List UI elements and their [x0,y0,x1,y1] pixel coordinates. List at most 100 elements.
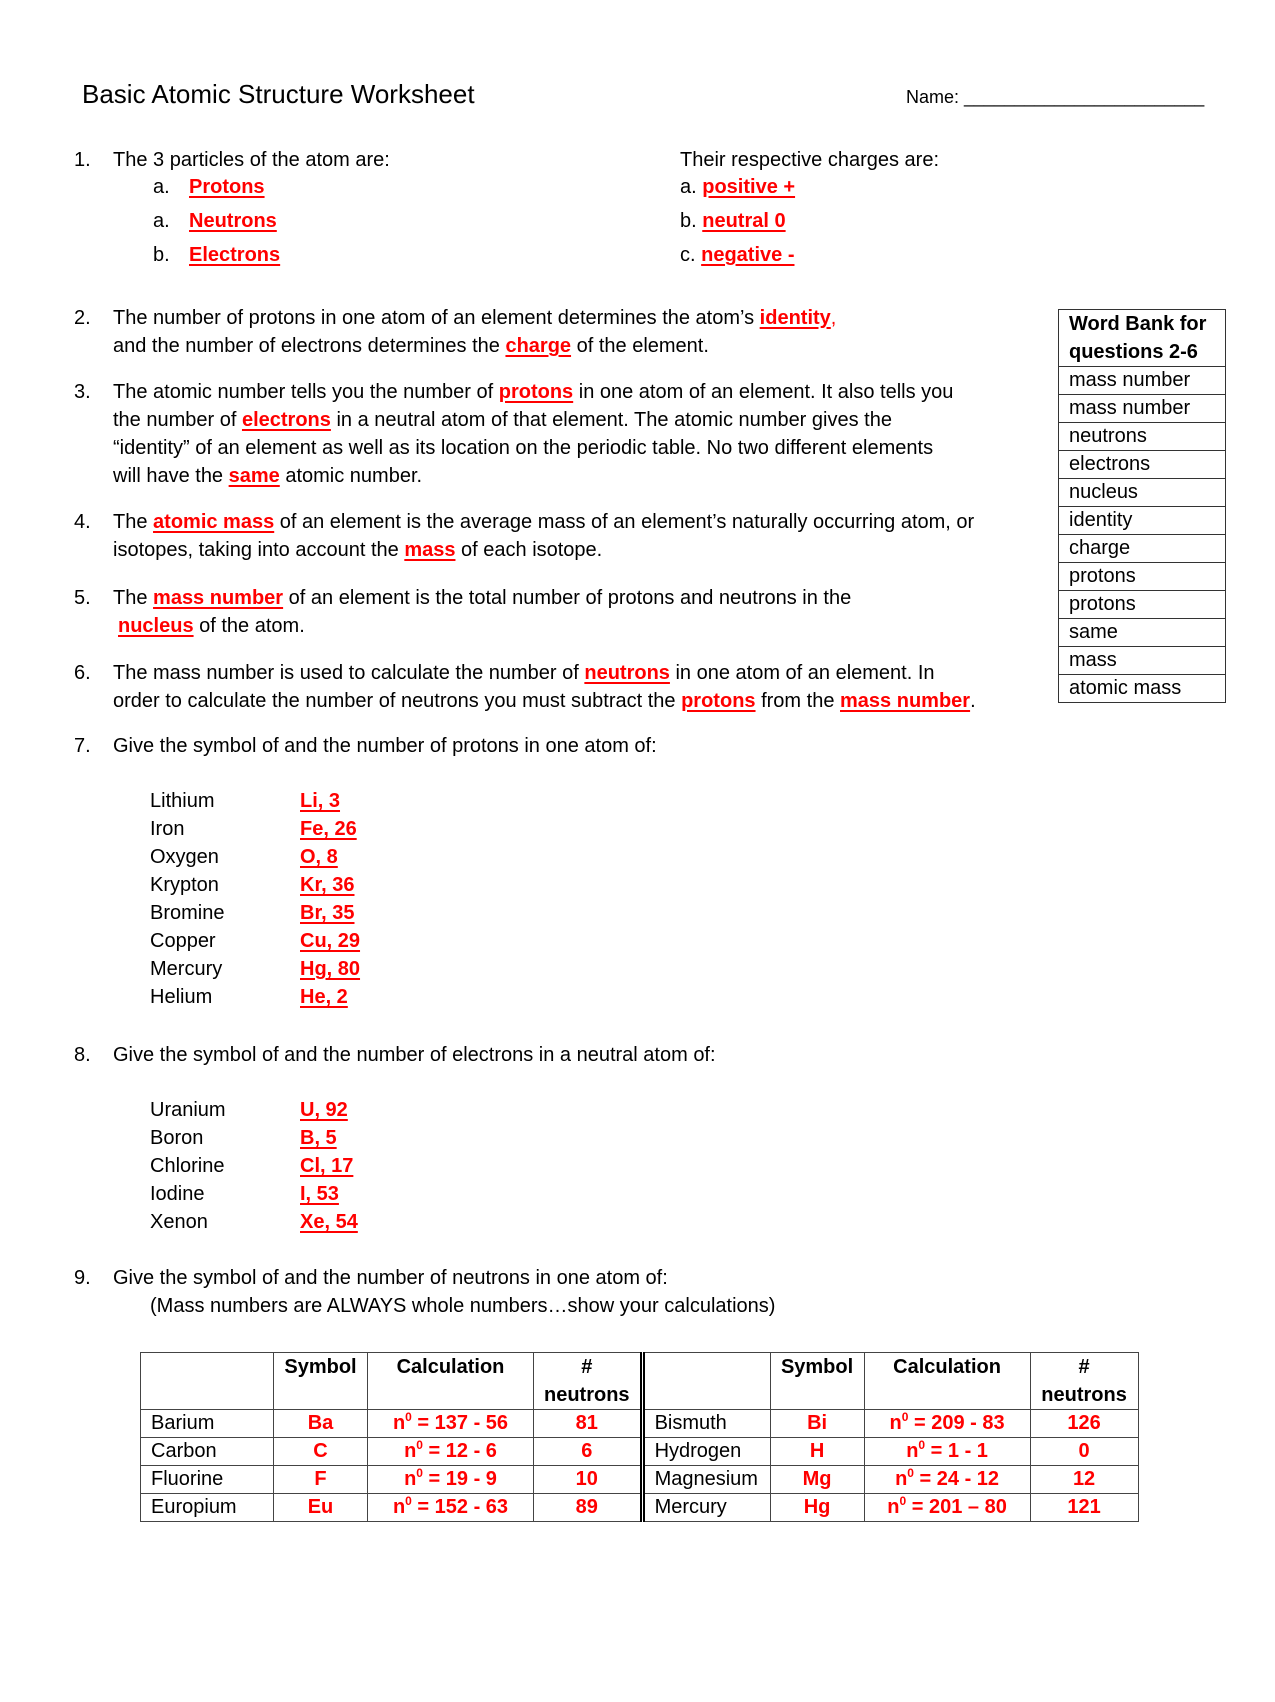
q8-element: Boron [150,1127,204,1149]
symbol-cell: Mg [769,1465,865,1494]
q1-charge-answer: negative - [701,244,795,266]
q1-number: 1. [74,149,91,171]
q3-text: in a neutral atom of that element. The a… [330,409,892,431]
q3-line2: the number of electrons in a neutral ato… [113,406,892,434]
q2-text: and the number of electrons determines t… [113,335,506,357]
word-bank-title-line: questions 2-6 [1069,341,1198,363]
q3-answer-same: same [228,465,280,487]
symbol-cell: Hg [769,1493,865,1522]
element-name-cell: Barium [140,1409,274,1438]
q7-answer: He, 2 [300,986,348,1008]
header-neutrons-line: # [1078,1356,1090,1378]
neutron-symbol: n [887,1496,900,1518]
q5-answer-nucleus: nucleus [118,615,194,637]
q1-particle-answer: Protons [189,176,265,198]
neutron-superscript: 0 [416,1466,423,1480]
q5-answer-mass-number: mass number [153,587,284,609]
header-neutrons: # neutrons [533,1352,643,1410]
q2-text: The number of protons in one atom of an … [113,307,760,329]
q2-text: of the element. [571,335,709,357]
word-bank-item: neutrons [1058,422,1226,451]
q8-element: Uranium [150,1099,226,1121]
page-title: Basic Atomic Structure Worksheet [82,79,475,109]
calculation-expression: = 201 – 80 [906,1496,1007,1518]
word-bank-item: electrons [1058,450,1226,479]
q1-particle-answer: Neutrons [189,210,277,232]
q6-text: . [970,690,976,712]
neutron-symbol: n [392,1412,406,1434]
element-name-cell: Magnesium [639,1465,771,1494]
q4-text: of each isotope. [455,539,603,561]
neutron-count-cell: 0 [1029,1437,1139,1466]
q4-line1: The atomic mass of an element is the ave… [113,508,974,536]
calculation-cell: n0 = 152 - 63 [367,1493,534,1522]
element-name-cell: Fluorine [140,1465,274,1494]
q1-charge-answer: positive + [702,176,796,198]
neutron-superscript: 0 [416,1438,423,1452]
q4-text: of an element is the average mass of an … [274,511,975,533]
symbol-cell: H [769,1437,865,1466]
calculation-cell: n0 = 19 - 9 [367,1465,534,1494]
header-element [639,1352,771,1410]
q1-charge: a. positive + [680,173,795,201]
q6-text: order to calculate the number of neutron… [113,690,682,712]
header-neutrons-line: neutrons [544,1384,630,1406]
header-calculation: Calculation [367,1352,534,1410]
word-bank-item: same [1058,618,1226,647]
q4-answer-atomic-mass: atomic mass [153,511,275,533]
q2-line2: and the number of electrons determines t… [113,332,709,360]
q5-line2: nucleus of the atom. [118,612,305,640]
q6-number: 6. [74,662,91,684]
neutron-table-header: Symbol Calculation # neutrons Symbol Cal… [140,1352,1139,1410]
word-bank-item: protons [1058,562,1226,591]
q5-text: The [113,587,154,609]
calculation-expression: = 1 - 1 [925,1440,988,1462]
worksheet-page: Basic Atomic Structure Worksheet Name: _… [0,0,1275,1702]
q8-answer: U, 92 [300,1099,348,1121]
element-name-cell: Europium [140,1493,274,1522]
q6-answer-mass-number: mass number [840,690,971,712]
q8-answer: Xe, 54 [300,1211,358,1233]
q6-text: in one atom of an element. In [669,662,935,684]
name-field[interactable]: Name: ________________________ [906,85,1204,109]
q3-text: will have the [113,465,229,487]
q7-element: Lithium [150,790,215,812]
element-name-cell: Mercury [639,1493,771,1522]
q1-charge-answer: neutral 0 [702,210,786,232]
q6-text: from the [755,690,841,712]
q4-line2: isotopes, taking into account the mass o… [113,536,602,564]
q3-line4: will have the same atomic number. [113,462,422,490]
calculation-cell: n0 = 201 – 80 [863,1493,1031,1522]
q6-text: The mass number is used to calculate the… [113,662,585,684]
word-bank-item: nucleus [1058,478,1226,507]
header-symbol: Symbol [273,1352,368,1410]
q7-number: 7. [74,735,91,757]
neutron-superscript: 0 [405,1410,412,1424]
q1-prompt: The 3 particles of the atom are: [113,149,390,171]
word-bank-item: mass number [1058,366,1226,395]
q7-element: Oxygen [150,846,219,868]
q7-answer: Kr, 36 [300,874,355,896]
q2-line1: The number of protons in one atom of an … [113,304,836,332]
q4-number: 4. [74,511,91,533]
neutron-count-cell: 12 [1029,1465,1139,1494]
neutron-count-cell: 89 [533,1493,643,1522]
q3-text: The atomic number tells you the number o… [113,381,499,403]
neutron-symbol: n [404,1468,417,1490]
calculation-expression: = 12 - 6 [422,1440,497,1462]
neutron-count-cell: 121 [1029,1493,1139,1522]
q3-line3: “identity” of an element as well as its … [113,437,934,459]
q8-answer: I, 53 [300,1183,339,1205]
neutron-count-cell: 126 [1029,1409,1139,1438]
word-bank-title: Word Bank for questions 2-6 [1058,309,1226,367]
q3-text: the number of [113,409,242,431]
q2-text: , [830,307,837,329]
header-element [140,1352,274,1410]
element-name-cell: Hydrogen [639,1437,771,1466]
header-calculation: Calculation [863,1352,1031,1410]
table-row: Carbon Cn0 = 12 - 6 6 Hydrogen Hn0 = 1 - 10 [140,1437,1139,1466]
word-bank-item: identity [1058,506,1226,535]
q3-answer-electrons: electrons [241,409,331,431]
q7-element: Helium [150,986,213,1008]
q5-number: 5. [74,587,91,609]
